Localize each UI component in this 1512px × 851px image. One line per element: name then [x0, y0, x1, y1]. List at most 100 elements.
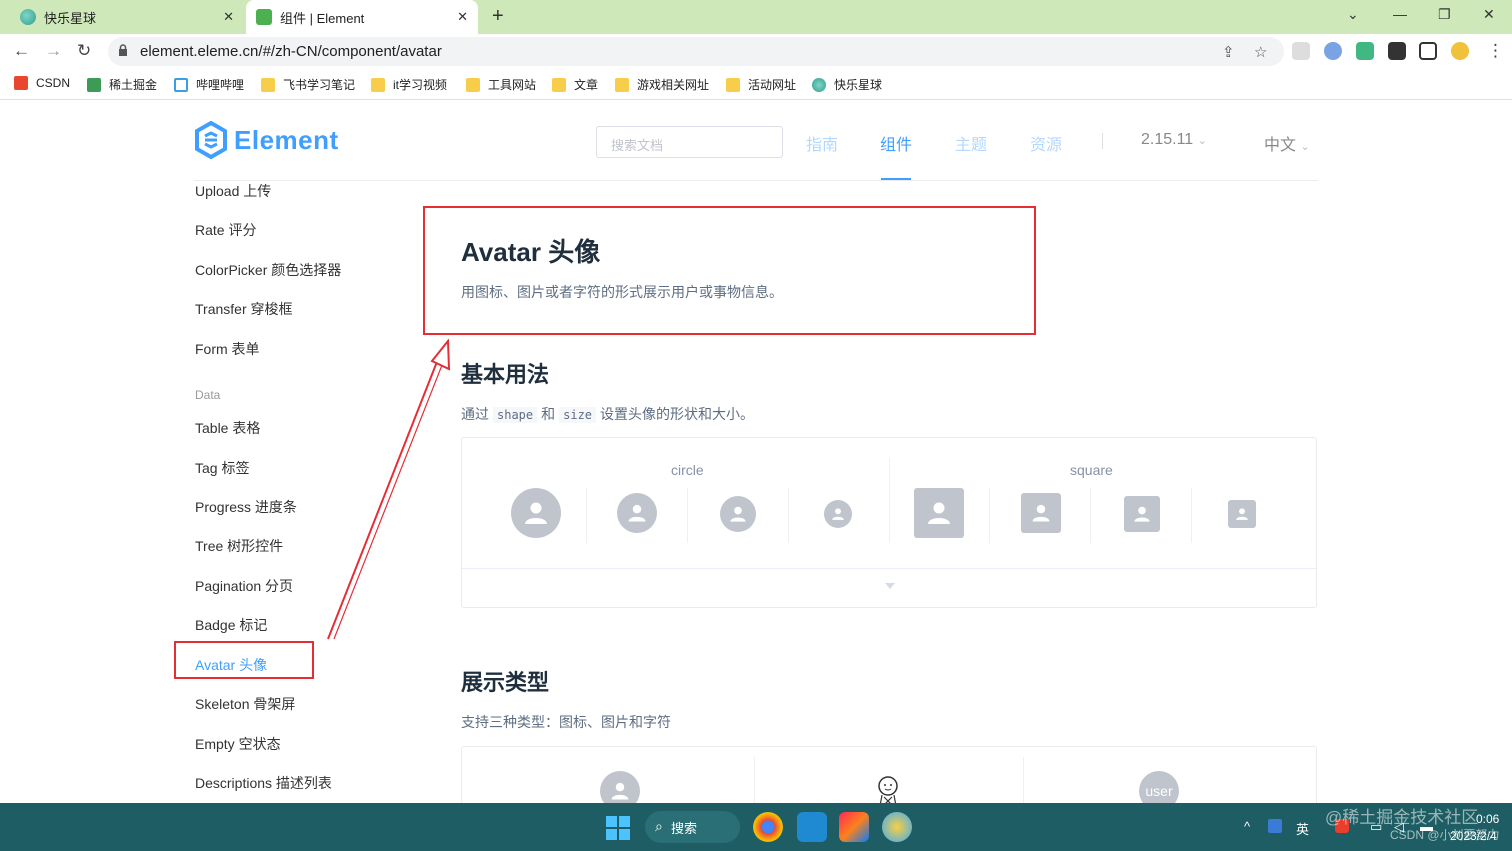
chevron-up-icon[interactable]: ^ — [1244, 819, 1250, 834]
section-heading-types: 展示类型 — [461, 670, 550, 695]
sidebar-item-transfer[interactable]: Transfer 穿梭框 — [195, 299, 293, 319]
csdn-icon — [14, 76, 28, 90]
webstorm-icon[interactable] — [839, 812, 869, 842]
code-shape: shape — [493, 407, 538, 423]
section-desc-basic: 通过 shape 和 size 设置头像的形状和大小。 — [461, 406, 755, 423]
element-icon — [256, 9, 272, 25]
chrome-icon[interactable] — [753, 812, 783, 842]
profile-avatar[interactable] — [1451, 42, 1469, 60]
avatar-image — [878, 776, 898, 803]
avatar-icon — [511, 488, 561, 538]
tab-element[interactable]: 组件 | Element ✕ — [246, 0, 478, 34]
reload-button[interactable]: ↻ — [77, 41, 91, 61]
minimize-button[interactable]: — — [1393, 6, 1407, 22]
sidebar-group-data: Data — [195, 388, 221, 402]
sidepanel-icon[interactable] — [1419, 42, 1437, 60]
divider — [1191, 488, 1192, 543]
share-icon[interactable]: ⇪ — [1222, 43, 1235, 61]
star-icon[interactable]: ☆ — [1254, 43, 1267, 61]
sidebar-item-form[interactable]: Form 表单 — [195, 339, 260, 359]
sidebar-item-progress[interactable]: Progress 进度条 — [195, 497, 297, 517]
folder-icon — [615, 77, 629, 92]
demo-expand-toggle[interactable] — [462, 568, 1316, 608]
clock-time[interactable]: 0:06 — [1476, 812, 1499, 826]
sidebar-item-upload[interactable]: Upload 上传 — [195, 181, 271, 201]
avatar-icon — [914, 488, 964, 538]
bookmark-csdn[interactable]: CSDN — [14, 76, 70, 90]
sidebar-item-descriptions[interactable]: Descriptions 描述列表 — [195, 773, 332, 793]
search-icon: ⌕ — [655, 818, 663, 834]
nav-theme[interactable]: 主题 — [955, 131, 987, 155]
restore-button[interactable]: ❐ — [1438, 6, 1451, 23]
divider — [1023, 757, 1024, 803]
user-icon — [1032, 504, 1050, 522]
user-icon — [730, 506, 746, 522]
divider — [1090, 488, 1091, 543]
vue-devtools-icon[interactable] — [1356, 42, 1374, 60]
chevron-down-icon: ⌄ — [1300, 141, 1310, 153]
demo-block-basic: circle square — [461, 437, 1317, 608]
bilibili-icon — [174, 77, 188, 92]
annotation-arrow — [327, 339, 451, 640]
bookmark-bilibili[interactable]: 哔哩哔哩 — [174, 76, 244, 93]
taskbar-search[interactable]: ⌕ 搜索 — [645, 811, 740, 843]
avatar-icon — [720, 496, 756, 532]
search-input[interactable]: 搜索文档 — [596, 126, 783, 158]
menu-icon[interactable]: ⋮ — [1487, 41, 1504, 61]
sidebar-item-empty[interactable]: Empty 空状态 — [195, 734, 281, 754]
taskbar: ⌕ 搜索 ^ 英 ▭ ◁ ▬ 0:06 2023/2/4 — [0, 803, 1512, 851]
folder-icon — [726, 77, 740, 92]
code-size: size — [559, 407, 597, 423]
puzzle-icon[interactable] — [1388, 42, 1406, 60]
version-select[interactable]: 2.15.11 ⌄ — [1141, 131, 1207, 149]
address-bar[interactable]: element.eleme.cn/#/zh-CN/component/avata… — [108, 37, 1284, 66]
square-label: square — [1070, 462, 1113, 478]
avatar-icon — [617, 493, 657, 533]
windows-start-icon[interactable] — [606, 816, 630, 840]
close-icon[interactable]: ✕ — [457, 9, 468, 25]
tab-kuaile[interactable]: 快乐星球 ✕ — [12, 0, 244, 34]
nav-guide[interactable]: 指南 — [806, 131, 838, 155]
bookmark-folder[interactable]: 文章 — [552, 76, 598, 93]
folder-icon — [552, 77, 566, 92]
security-icon[interactable] — [1268, 819, 1282, 833]
sidebar-item-rate[interactable]: Rate 评分 — [195, 220, 256, 240]
new-tab-button[interactable]: + — [492, 5, 504, 28]
bookmark-kuaile[interactable]: 快乐星球 — [812, 76, 882, 93]
vscode-icon[interactable] — [797, 812, 827, 842]
bookmark-folder[interactable]: 工具网站 — [466, 76, 536, 93]
sidebar-item-pagination[interactable]: Pagination 分页 — [195, 576, 293, 596]
sidebar-item-tag[interactable]: Tag 标签 — [195, 458, 249, 478]
bookmark-folder[interactable]: 飞书学习笔记 — [261, 76, 355, 93]
bookmark-folder[interactable]: 活动网址 — [726, 76, 796, 93]
forward-button[interactable]: → — [45, 41, 62, 61]
back-button[interactable]: ← — [13, 41, 30, 61]
extension-icon[interactable] — [1324, 42, 1342, 60]
recycle-icon[interactable] — [1292, 42, 1310, 60]
bookmark-folder[interactable]: 游戏相关网址 — [615, 76, 709, 93]
avatar-icon — [600, 771, 640, 803]
sidebar-item-tree[interactable]: Tree 树形控件 — [195, 536, 283, 556]
nav-component[interactable]: 组件 — [880, 131, 912, 155]
demo-block-types: user — [461, 746, 1317, 803]
bookmark-folder[interactable]: it学习视频 — [371, 76, 447, 93]
app-icon[interactable] — [882, 812, 912, 842]
element-logo[interactable]: Element — [194, 121, 339, 159]
sidebar-item-colorpicker[interactable]: ColorPicker 颜色选择器 — [195, 260, 341, 280]
ime-indicator[interactable]: 英 — [1296, 819, 1309, 838]
tab-bar: 快乐星球 ✕ 组件 | Element ✕ + ⌄ — ❐ ✕ — [0, 0, 1512, 34]
tab-title: 快乐星球 — [44, 10, 97, 26]
page-subtitle: 用图标、图片或者字符的形式展示用户或事物信息。 — [461, 284, 783, 300]
sidebar-item-table[interactable]: Table 表格 — [195, 418, 260, 438]
avatar-icon — [1124, 496, 1160, 532]
sidebar-item-skeleton[interactable]: Skeleton 骨架屏 — [195, 694, 295, 714]
page: Element 搜索文档 指南 组件 主题 资源 2.15.11 ⌄ 中文 ⌄ … — [0, 101, 1512, 803]
close-icon[interactable]: ✕ — [223, 9, 234, 25]
sidebar-item-badge[interactable]: Badge 标记 — [195, 615, 267, 635]
nav-resource[interactable]: 资源 — [1030, 131, 1062, 155]
chevron-down-icon[interactable]: ⌄ — [1347, 6, 1359, 23]
bookmark-juejin[interactable]: 稀土掘金 — [87, 76, 157, 93]
language-select[interactable]: 中文 ⌄ — [1264, 131, 1310, 155]
divider — [989, 488, 990, 543]
close-window-button[interactable]: ✕ — [1483, 6, 1495, 23]
